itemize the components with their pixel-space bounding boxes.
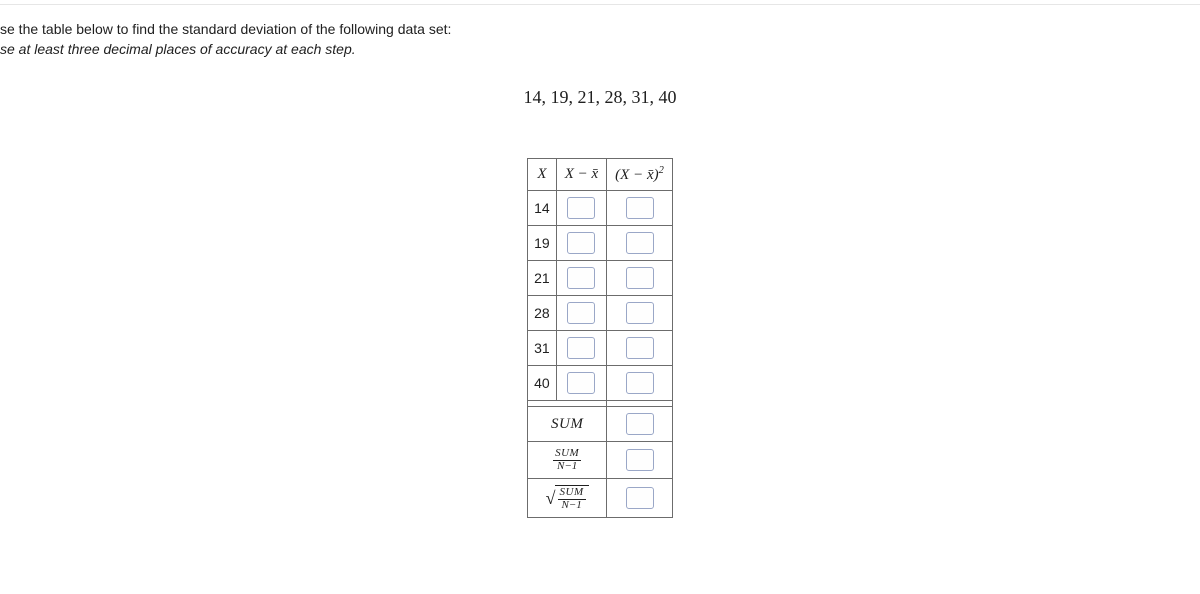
table-row: 21 [528, 261, 673, 296]
x-value: 31 [528, 331, 557, 366]
input-sq-5[interactable] [626, 372, 654, 394]
input-sq-2[interactable] [626, 267, 654, 289]
input-diff-2[interactable] [567, 267, 595, 289]
col-header-x-minus-mean-sq: (X − x̄)2 [607, 159, 673, 191]
stddev-label-cell: √ SUM N−1 [528, 479, 607, 518]
question-body: se the table below to find the standard … [0, 5, 1200, 518]
input-diff-3[interactable] [567, 302, 595, 324]
stddev-row: √ SUM N−1 [528, 479, 673, 518]
table-row: 40 [528, 366, 673, 401]
table-row: 14 [528, 191, 673, 226]
input-diff-4[interactable] [567, 337, 595, 359]
input-diff-5[interactable] [567, 372, 595, 394]
x-value: 40 [528, 366, 557, 401]
variance-label-cell: SUM N−1 [528, 442, 607, 479]
input-variance[interactable] [626, 449, 654, 471]
instruction-line-1: se the table below to find the standard … [0, 21, 1200, 37]
input-stddev[interactable] [626, 487, 654, 509]
input-sum[interactable] [626, 413, 654, 435]
input-sq-0[interactable] [626, 197, 654, 219]
variance-row: SUM N−1 [528, 442, 673, 479]
col-header-x: X [528, 159, 557, 191]
x-value: 21 [528, 261, 557, 296]
table-row: 28 [528, 296, 673, 331]
input-sq-4[interactable] [626, 337, 654, 359]
dataset-values: 14, 19, 21, 28, 31, 40 [0, 87, 1200, 108]
x-value: 14 [528, 191, 557, 226]
stddev-table: X X − x̄ (X − x̄)2 14 19 21 [527, 158, 673, 518]
instruction-line-2: se at least three decimal places of accu… [0, 41, 1200, 57]
input-diff-0[interactable] [567, 197, 595, 219]
sum-label-cell: SUM [528, 407, 607, 442]
input-sq-3[interactable] [626, 302, 654, 324]
input-diff-1[interactable] [567, 232, 595, 254]
x-value: 28 [528, 296, 557, 331]
col-header-x-minus-mean: X − x̄ [556, 159, 606, 191]
table-row: 19 [528, 226, 673, 261]
x-value: 19 [528, 226, 557, 261]
sum-row: SUM [528, 407, 673, 442]
input-sq-1[interactable] [626, 232, 654, 254]
table-row: 31 [528, 331, 673, 366]
